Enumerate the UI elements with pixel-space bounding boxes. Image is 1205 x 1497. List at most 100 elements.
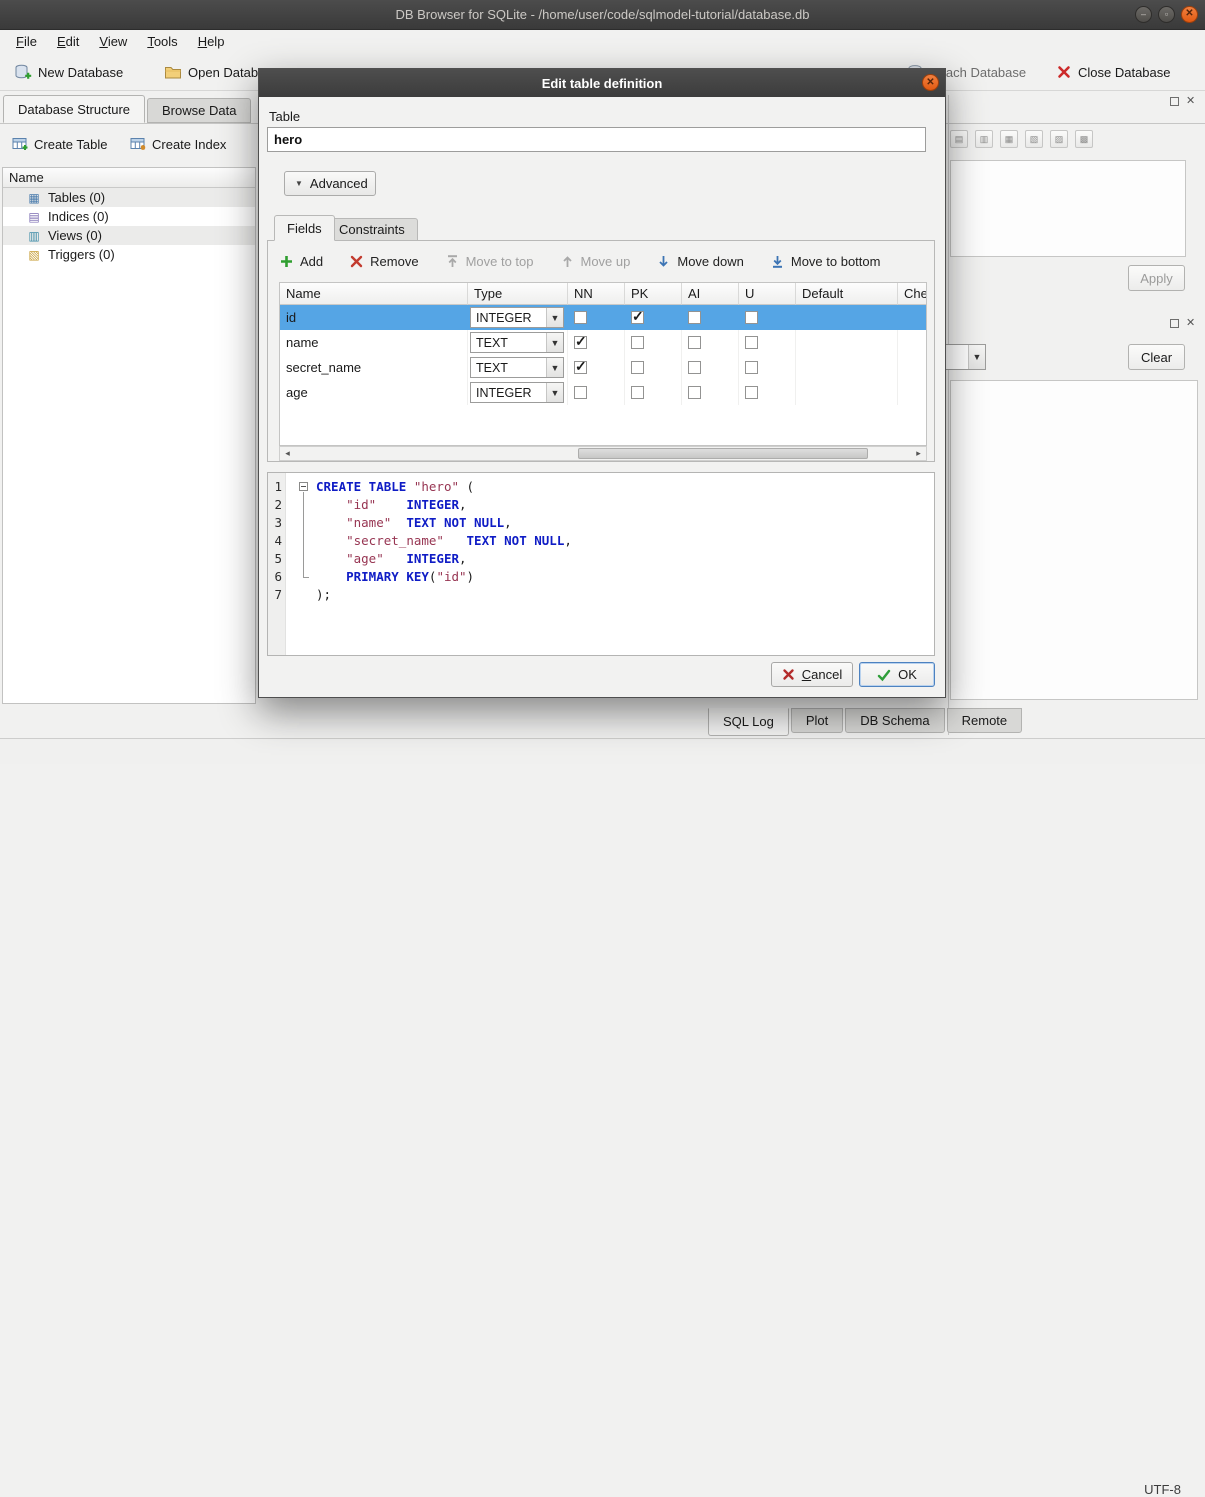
dialog-close-icon[interactable]: ✕ <box>922 74 939 91</box>
scrollbar-track[interactable] <box>295 447 911 460</box>
u-checkbox[interactable] <box>745 361 758 374</box>
move-down-button[interactable]: Move down <box>656 254 743 269</box>
chevron-down-icon[interactable]: ▼ <box>546 308 563 327</box>
default-cell[interactable] <box>796 330 898 355</box>
default-cell[interactable] <box>796 380 898 405</box>
horizontal-scrollbar[interactable]: ◂ ▸ <box>279 446 927 461</box>
u-checkbox[interactable] <box>745 386 758 399</box>
menu-file[interactable]: File <box>6 32 47 51</box>
column-header-default[interactable]: Default <box>796 283 898 305</box>
field-type-cell[interactable]: TEXT ▼ <box>468 330 568 355</box>
type-select[interactable]: TEXT ▼ <box>470 357 564 378</box>
tab-constraints[interactable]: Constraints <box>326 218 418 241</box>
table-name-input[interactable] <box>267 127 926 152</box>
sql-log-area[interactable] <box>950 380 1198 700</box>
scroll-right-icon[interactable]: ▸ <box>911 448 926 459</box>
float-dock-icon[interactable] <box>1170 97 1179 106</box>
close-dock-icon[interactable]: ✕ <box>1186 96 1195 107</box>
nn-checkbox[interactable] <box>574 336 587 349</box>
check-cell[interactable] <box>898 355 927 380</box>
table-row[interactable]: age INTEGER ▼ <box>280 380 926 405</box>
pk-checkbox[interactable] <box>631 311 644 324</box>
create-table-button[interactable]: Create Table <box>6 131 113 157</box>
column-header-nn[interactable]: NN <box>568 283 625 305</box>
menu-tools[interactable]: Tools <box>137 32 187 51</box>
close-dock-icon[interactable]: ✕ <box>1186 318 1195 329</box>
dock-splitter[interactable] <box>948 95 949 735</box>
cell-editor-area[interactable] <box>950 160 1186 257</box>
column-header-check[interactable]: Check <box>898 283 927 305</box>
nn-checkbox[interactable] <box>574 361 587 374</box>
encoding-status[interactable]: UTF-8 <box>1144 1482 1181 1497</box>
tree-item-views[interactable]: Views (0) <box>3 226 255 245</box>
move-up-button[interactable]: Move up <box>560 254 631 269</box>
tab-sql-log[interactable]: SQL Log <box>708 708 789 736</box>
cell-tool-icon[interactable]: ▧ <box>1025 130 1043 148</box>
float-dock-icon[interactable] <box>1170 319 1179 328</box>
default-cell[interactable] <box>796 305 898 330</box>
field-type-cell[interactable]: INTEGER ▼ <box>468 380 568 405</box>
minimize-icon[interactable]: – <box>1135 6 1152 23</box>
sql-preview[interactable]: 1234567 CREATE TABLE "hero" ( "id" INTEG… <box>267 472 935 656</box>
field-name-cell[interactable]: id <box>280 305 468 330</box>
close-database-button[interactable]: Close Database <box>1050 59 1177 85</box>
table-row[interactable]: name TEXT ▼ <box>280 330 926 355</box>
tab-database-structure[interactable]: Database Structure <box>3 95 145 123</box>
clear-button[interactable]: Clear <box>1128 344 1185 370</box>
cell-tool-icon[interactable]: ▦ <box>1000 130 1018 148</box>
menu-view[interactable]: View <box>89 32 137 51</box>
advanced-toggle[interactable]: ▼ Advanced <box>284 171 376 196</box>
type-select[interactable]: TEXT ▼ <box>470 332 564 353</box>
field-type-cell[interactable]: INTEGER ▼ <box>468 305 568 330</box>
move-to-top-button[interactable]: Move to top <box>445 254 534 269</box>
ai-checkbox[interactable] <box>688 336 701 349</box>
tree-column-header[interactable]: Name <box>3 168 255 188</box>
column-header-type[interactable]: Type <box>468 283 568 305</box>
new-database-button[interactable]: New Database <box>8 59 129 85</box>
tab-remote[interactable]: Remote <box>947 708 1023 733</box>
move-to-bottom-button[interactable]: Move to bottom <box>770 254 881 269</box>
type-select[interactable]: INTEGER ▼ <box>470 382 564 403</box>
cell-tool-icon[interactable]: ▩ <box>1075 130 1093 148</box>
default-cell[interactable] <box>796 355 898 380</box>
maximize-icon[interactable]: ▫ <box>1158 6 1175 23</box>
table-row[interactable]: secret_name TEXT ▼ <box>280 355 926 380</box>
check-cell[interactable] <box>898 380 927 405</box>
pk-checkbox[interactable] <box>631 386 644 399</box>
column-header-ai[interactable]: AI <box>682 283 739 305</box>
type-select[interactable]: INTEGER ▼ <box>470 307 564 328</box>
chevron-down-icon[interactable]: ▼ <box>546 383 563 402</box>
check-cell[interactable] <box>898 305 927 330</box>
scrollbar-thumb[interactable] <box>578 448 868 459</box>
ai-checkbox[interactable] <box>688 386 701 399</box>
chevron-down-icon[interactable]: ▼ <box>546 358 563 377</box>
cell-tool-icon[interactable]: ▤ <box>950 130 968 148</box>
dialog-titlebar[interactable]: Edit table definition ✕ <box>259 69 945 97</box>
nn-checkbox[interactable] <box>574 311 587 324</box>
cell-tool-icon[interactable]: ▨ <box>1050 130 1068 148</box>
window-titlebar[interactable]: DB Browser for SQLite - /home/user/code/… <box>0 0 1205 30</box>
apply-button[interactable]: Apply <box>1128 265 1185 291</box>
field-type-cell[interactable]: TEXT ▼ <box>468 355 568 380</box>
tab-plot[interactable]: Plot <box>791 708 843 733</box>
field-name-cell[interactable]: age <box>280 380 468 405</box>
menu-help[interactable]: Help <box>188 32 235 51</box>
u-checkbox[interactable] <box>745 336 758 349</box>
close-icon[interactable]: ✕ <box>1181 6 1198 23</box>
cell-tool-icon[interactable]: ▥ <box>975 130 993 148</box>
table-row[interactable]: id INTEGER ▼ <box>280 305 926 330</box>
ok-button[interactable]: OK <box>859 662 935 687</box>
field-name-cell[interactable]: secret_name <box>280 355 468 380</box>
add-field-button[interactable]: Add <box>279 254 323 269</box>
field-name-cell[interactable]: name <box>280 330 468 355</box>
tab-fields[interactable]: Fields <box>274 215 335 241</box>
tree-item-indices[interactable]: Indices (0) <box>3 207 255 226</box>
ai-checkbox[interactable] <box>688 361 701 374</box>
chevron-down-icon[interactable]: ▼ <box>546 333 563 352</box>
column-header-name[interactable]: Name <box>280 283 468 305</box>
create-index-button[interactable]: Create Index <box>124 131 232 157</box>
fold-collapse-icon[interactable] <box>299 482 308 491</box>
check-cell[interactable] <box>898 330 927 355</box>
pk-checkbox[interactable] <box>631 336 644 349</box>
tab-db-schema[interactable]: DB Schema <box>845 708 944 733</box>
